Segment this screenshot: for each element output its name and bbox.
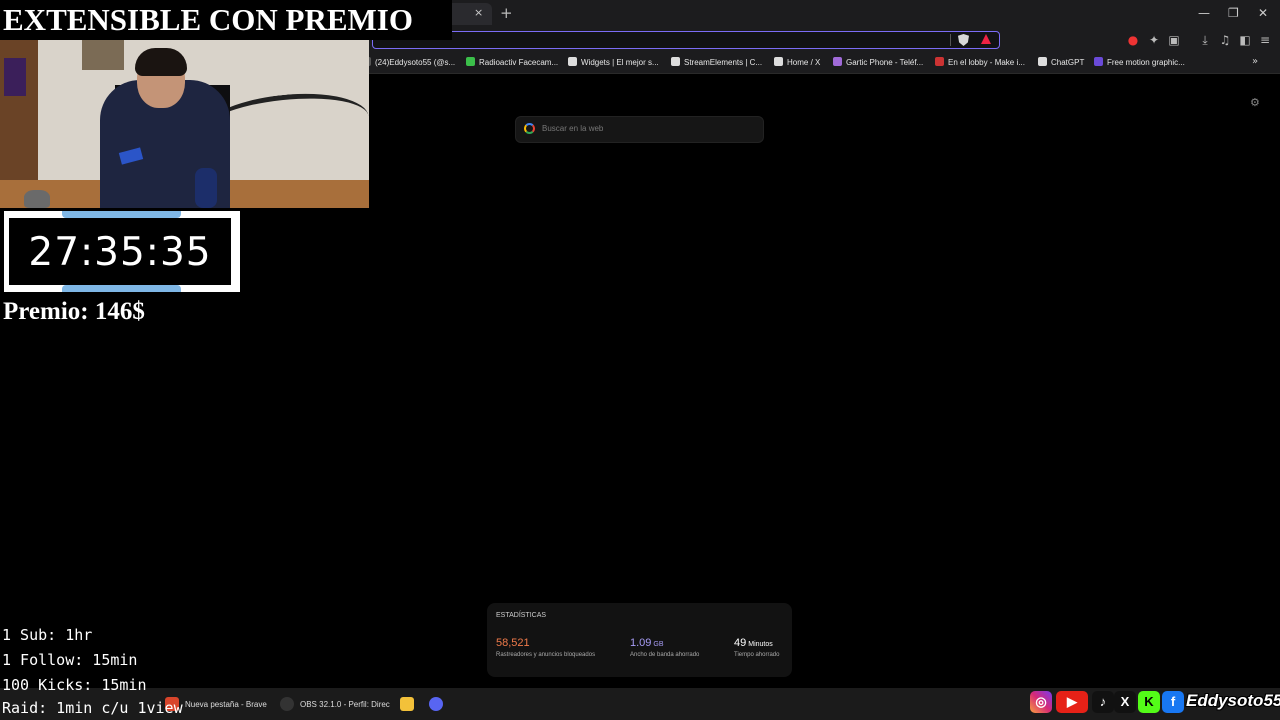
stat-time-value: 49 Minutos — [734, 637, 773, 649]
sidebar-icon[interactable]: ◧ — [1238, 33, 1252, 47]
webcam-microphone — [195, 168, 217, 208]
stats-title: ESTADÍSTICAS — [496, 612, 547, 619]
rule-raid: Raid: 1min c/u 1view — [2, 699, 183, 717]
bookmark-label: StreamElements | C... — [684, 58, 763, 67]
x-icon: X — [1114, 691, 1136, 713]
folder-icon[interactable] — [400, 697, 414, 711]
minimize-icon[interactable]: — — [1198, 6, 1210, 20]
rule-sub: 1 Sub: 1hr — [2, 626, 93, 644]
new-tab-button[interactable]: + — [500, 4, 513, 22]
bookmark-label: Gartic Phone - Teléf... — [846, 58, 924, 67]
stat-number: 49 — [734, 637, 747, 649]
download-icon[interactable]: ⤓ — [1198, 33, 1212, 47]
bookmark-favicon-icon — [671, 57, 680, 66]
taskbar-obs[interactable]: OBS 32.1.0 - Perfil: Direc — [300, 700, 390, 709]
bookmark-favicon-icon — [774, 57, 783, 66]
stat-trackers-label: Rastreadores y anuncios bloqueados — [496, 652, 596, 658]
bookmark-label: Widgets | El mejor s... — [581, 58, 659, 67]
record-icon[interactable]: ● — [1126, 33, 1140, 47]
bookmark-label: Home / X — [787, 58, 821, 67]
bookmark-label: Free motion graphic... — [1107, 58, 1185, 67]
stat-bandwidth-label: Ancho de banda ahorrado — [630, 652, 700, 658]
search-placeholder: Buscar en la web — [542, 124, 604, 133]
stat-trackers-value: 58,521 — [496, 637, 530, 649]
taskbar-brave[interactable]: Nueva pestaña - Brave — [185, 700, 267, 709]
bookmark-gartic[interactable]: Gartic Phone - Teléf... — [833, 57, 923, 67]
youtube-icon: ▶ — [1056, 691, 1088, 713]
menu-icon[interactable]: ≡ — [1258, 33, 1272, 47]
bookmark-favicon-icon — [466, 57, 475, 66]
bookmark-streamelements[interactable]: StreamElements | C... — [671, 57, 762, 67]
stat-time-label: Tiempo ahorrado — [734, 652, 780, 658]
bookmark-favicon-icon — [1038, 57, 1047, 66]
webcam-feed — [0, 40, 369, 208]
bookmark-label: (24)Eddysoto55 (@s... — [375, 58, 456, 67]
overlay-title: EXTENSIBLE CON PREMIO — [0, 0, 452, 40]
obs-app-icon[interactable] — [280, 697, 294, 711]
bookmark-label: En el lobby - Make i... — [948, 58, 1025, 67]
close-window-icon[interactable]: ✕ — [1258, 6, 1268, 20]
bookmark-favicon-icon — [1094, 57, 1103, 66]
instagram-icon: ◎ — [1030, 691, 1052, 713]
webcam-flag — [4, 58, 26, 96]
bookmark-favicon-icon — [935, 57, 944, 66]
rule-kicks: 100 Kicks: 15min — [2, 676, 147, 694]
extensions-icon[interactable]: ✦ — [1147, 33, 1161, 47]
discord-icon[interactable] — [429, 697, 443, 711]
stat-number: 58,521 — [496, 637, 530, 649]
media-icon[interactable]: ♫ — [1218, 33, 1232, 47]
bookmark-eddysoto[interactable]: (24)Eddysoto55 (@s... — [362, 57, 455, 67]
bookmark-widgets[interactable]: Widgets | El mejor s... — [568, 57, 659, 67]
timer-accent-bottom — [62, 285, 181, 292]
bookmark-chatgpt[interactable]: ChatGPT — [1038, 57, 1084, 67]
brave-rewards-icon[interactable] — [981, 34, 991, 44]
bookmark-x[interactable]: Home / X — [774, 57, 820, 67]
webcam-cat — [24, 190, 50, 208]
stat-number: 1.09 — [630, 637, 652, 649]
maximize-icon[interactable]: ❐ — [1228, 6, 1239, 20]
translate-icon[interactable]: ▣ — [1167, 33, 1181, 47]
bookmark-label: Radioactiv Facecam... — [479, 58, 559, 67]
bookmark-label: ChatGPT — [1051, 58, 1085, 67]
address-bar[interactable] — [372, 31, 1000, 49]
bookmark-lobby[interactable]: En el lobby - Make i... — [935, 57, 1025, 67]
bookmark-radioactiv[interactable]: Radioactiv Facecam... — [466, 57, 558, 67]
tab-close-icon[interactable]: × — [474, 6, 483, 19]
facebook-icon: f — [1162, 691, 1184, 713]
webcam-poster — [82, 40, 124, 70]
google-icon — [524, 123, 535, 134]
address-separator — [950, 34, 951, 46]
prize-label: Premio: 146$ — [3, 298, 145, 325]
stat-bandwidth-value: 1.09 GB — [630, 637, 664, 649]
social-handle: Eddysoto55 — [1186, 691, 1280, 710]
stat-unit: Minutos — [748, 641, 773, 648]
bookmarks-overflow-icon[interactable]: » — [1252, 56, 1258, 67]
bookmark-favicon-icon — [833, 57, 842, 66]
customize-gear-icon[interactable]: ⚙ — [1250, 96, 1260, 109]
webcam-hair — [135, 48, 187, 76]
bookmark-motion[interactable]: Free motion graphic... — [1094, 57, 1185, 67]
stat-unit: GB — [653, 641, 664, 648]
timer-accent-top — [62, 211, 181, 218]
bookmark-favicon-icon — [568, 57, 577, 66]
kick-icon: K — [1138, 691, 1160, 713]
rule-follow: 1 Follow: 15min — [2, 651, 138, 669]
tiktok-icon: ♪ — [1092, 691, 1114, 713]
countdown-timer: 27:35:35 — [28, 230, 212, 275]
